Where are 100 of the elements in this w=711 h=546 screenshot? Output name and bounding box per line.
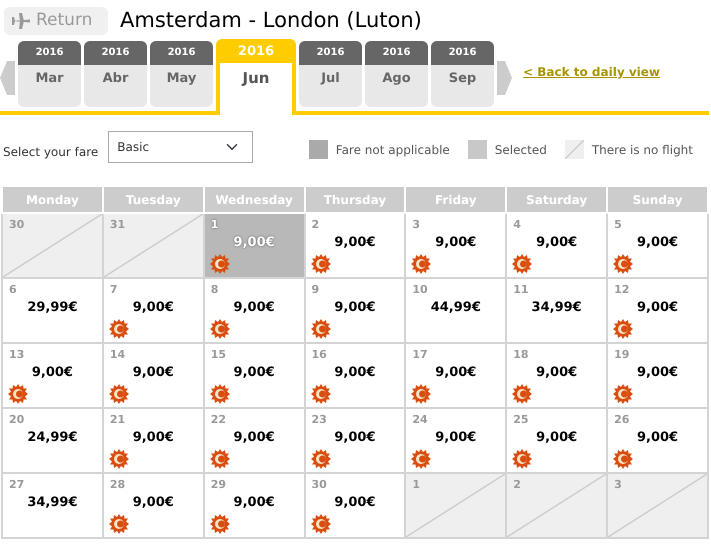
fare-cell[interactable]: 28 9,00€ — [102, 473, 204, 538]
fare-cell[interactable]: 10 44,99€ — [405, 278, 506, 343]
fare-cell[interactable]: 13 9,00€ — [2, 343, 103, 408]
fare-price: 24,99€ — [26, 429, 78, 447]
legend-swatch — [308, 140, 328, 159]
day-number: 14 — [110, 347, 126, 363]
fare-cell[interactable]: 2 9,00€ — [304, 213, 406, 278]
day-number: 10 — [412, 282, 428, 298]
month-tab[interactable]: 2016 Sep — [431, 41, 494, 107]
day-number: 9 — [312, 282, 320, 298]
day-number: 5 — [614, 217, 622, 233]
fare-price: 9,00€ — [132, 299, 175, 317]
fare-price: 9,00€ — [434, 429, 478, 447]
plane-icon — [10, 12, 32, 30]
fare-price: 9,00€ — [232, 494, 276, 512]
day-number: 17 — [412, 347, 428, 363]
day-number: 2 — [312, 217, 320, 233]
fare-cell[interactable]: 3 9,00€ — [405, 213, 506, 278]
fare-price: 9,00€ — [232, 429, 276, 447]
fare-cell[interactable]: 18 9,00€ — [506, 343, 608, 408]
day-number: 31 — [110, 217, 126, 233]
day-number: 22 — [210, 412, 226, 428]
fare-cell[interactable]: 11 34,99€ — [506, 278, 608, 343]
day-number: 3 — [614, 477, 622, 493]
day-number: 1 — [210, 217, 218, 233]
fare-cell[interactable]: 7 9,00€ — [102, 278, 204, 343]
month-tab[interactable]: 2016 Abr — [84, 41, 147, 107]
legend-label: Fare not applicable — [336, 142, 450, 158]
legend-label: Selected — [494, 142, 547, 158]
day-number: 13 — [9, 347, 24, 363]
fare-price: 9,00€ — [232, 364, 276, 382]
fare-select[interactable]: Basic — [108, 131, 254, 163]
fare-price: 9,00€ — [333, 494, 377, 512]
fare-cell[interactable]: 15 9,00€ — [204, 343, 305, 408]
fare-cell[interactable]: 9 9,00€ — [304, 278, 406, 343]
day-number: 15 — [210, 347, 226, 363]
fare-price: 44,99€ — [430, 299, 482, 317]
day-number: 8 — [210, 282, 218, 298]
day-number: 24 — [412, 412, 428, 428]
left-arrow-icon[interactable] — [0, 61, 15, 95]
fare-cell[interactable]: 21 9,00€ — [102, 408, 204, 473]
day-number: 3 — [412, 217, 420, 233]
fare-price: 9,00€ — [132, 364, 175, 382]
fare-price: 9,00€ — [636, 364, 680, 382]
fare-cell[interactable]: 22 9,00€ — [204, 408, 305, 473]
fare-price: 9,00€ — [333, 234, 377, 252]
fare-price: 9,00€ — [333, 364, 377, 382]
fare-cell[interactable]: 23 9,00€ — [304, 408, 406, 473]
day-number: 25 — [513, 412, 529, 428]
month-tab[interactable]: 2016 Jul — [299, 41, 362, 107]
fare-price: 9,00€ — [30, 364, 74, 382]
fare-cell[interactable]: 14 9,00€ — [102, 343, 204, 408]
fare-price: 34,99€ — [26, 494, 78, 512]
fare-price: 9,00€ — [232, 299, 276, 317]
day-number: 2 — [513, 477, 521, 493]
fare-price: 9,00€ — [535, 234, 578, 252]
fare-price: 9,00€ — [535, 364, 578, 382]
right-arrow-icon[interactable] — [497, 61, 512, 95]
month-tab[interactable]: 2016 Jun — [216, 39, 296, 115]
day-number: 11 — [513, 282, 529, 298]
page-title: Amsterdam - London (Luton) — [120, 7, 422, 34]
legend-swatch — [564, 140, 584, 159]
day-number: 7 — [110, 282, 118, 298]
fare-cell[interactable]: 27 34,99€ — [2, 473, 103, 538]
fare-cell[interactable]: 4 9,00€ — [506, 213, 608, 278]
day-number: 16 — [312, 347, 327, 363]
day-number: 29 — [210, 477, 226, 493]
fare-price: 9,00€ — [333, 299, 377, 317]
fare-cell[interactable]: 19 9,00€ — [607, 343, 708, 408]
day-number: 19 — [614, 347, 630, 363]
fare-price: 9,00€ — [333, 429, 377, 447]
legend-label: There is no flight — [592, 142, 693, 158]
day-number: 1 — [412, 477, 420, 493]
fare-price: 9,00€ — [636, 234, 680, 252]
day-number: 30 — [312, 477, 327, 493]
day-number: 4 — [513, 217, 521, 233]
month-tab[interactable]: 2016 Mar — [18, 41, 81, 107]
day-number: 28 — [110, 477, 126, 493]
fare-cell[interactable]: 8 9,00€ — [204, 278, 305, 343]
month-tab[interactable]: 2016 Ago — [365, 41, 428, 107]
fare-price: 9,00€ — [132, 494, 175, 512]
fare-price: 9,00€ — [434, 364, 478, 382]
fare-cell[interactable]: 16 9,00€ — [304, 343, 406, 408]
day-number: 23 — [312, 412, 327, 428]
month-tab[interactable]: 2016 May — [150, 41, 213, 107]
fare-cell[interactable]: 12 9,00€ — [607, 278, 708, 343]
fare-label: Select your fare — [3, 144, 98, 161]
fare-cell[interactable]: 5 9,00€ — [607, 213, 708, 278]
fare-cell[interactable]: 20 24,99€ — [2, 408, 103, 473]
day-number: 21 — [110, 412, 126, 428]
fare-cell[interactable]: 30 9,00€ — [304, 473, 406, 538]
fare-cell[interactable]: 17 9,00€ — [405, 343, 506, 408]
fare-price: 9,00€ — [535, 429, 578, 447]
fare-price: 34,99€ — [530, 299, 583, 317]
day-number: 30 — [9, 217, 24, 233]
fare-cell[interactable]: 29 9,00€ — [204, 473, 305, 538]
fare-price: 9,00€ — [636, 299, 680, 317]
fare-price: 9,00€ — [132, 429, 175, 447]
day-number: 27 — [9, 477, 24, 493]
fare-cell[interactable]: 6 29,99€ — [2, 278, 103, 343]
